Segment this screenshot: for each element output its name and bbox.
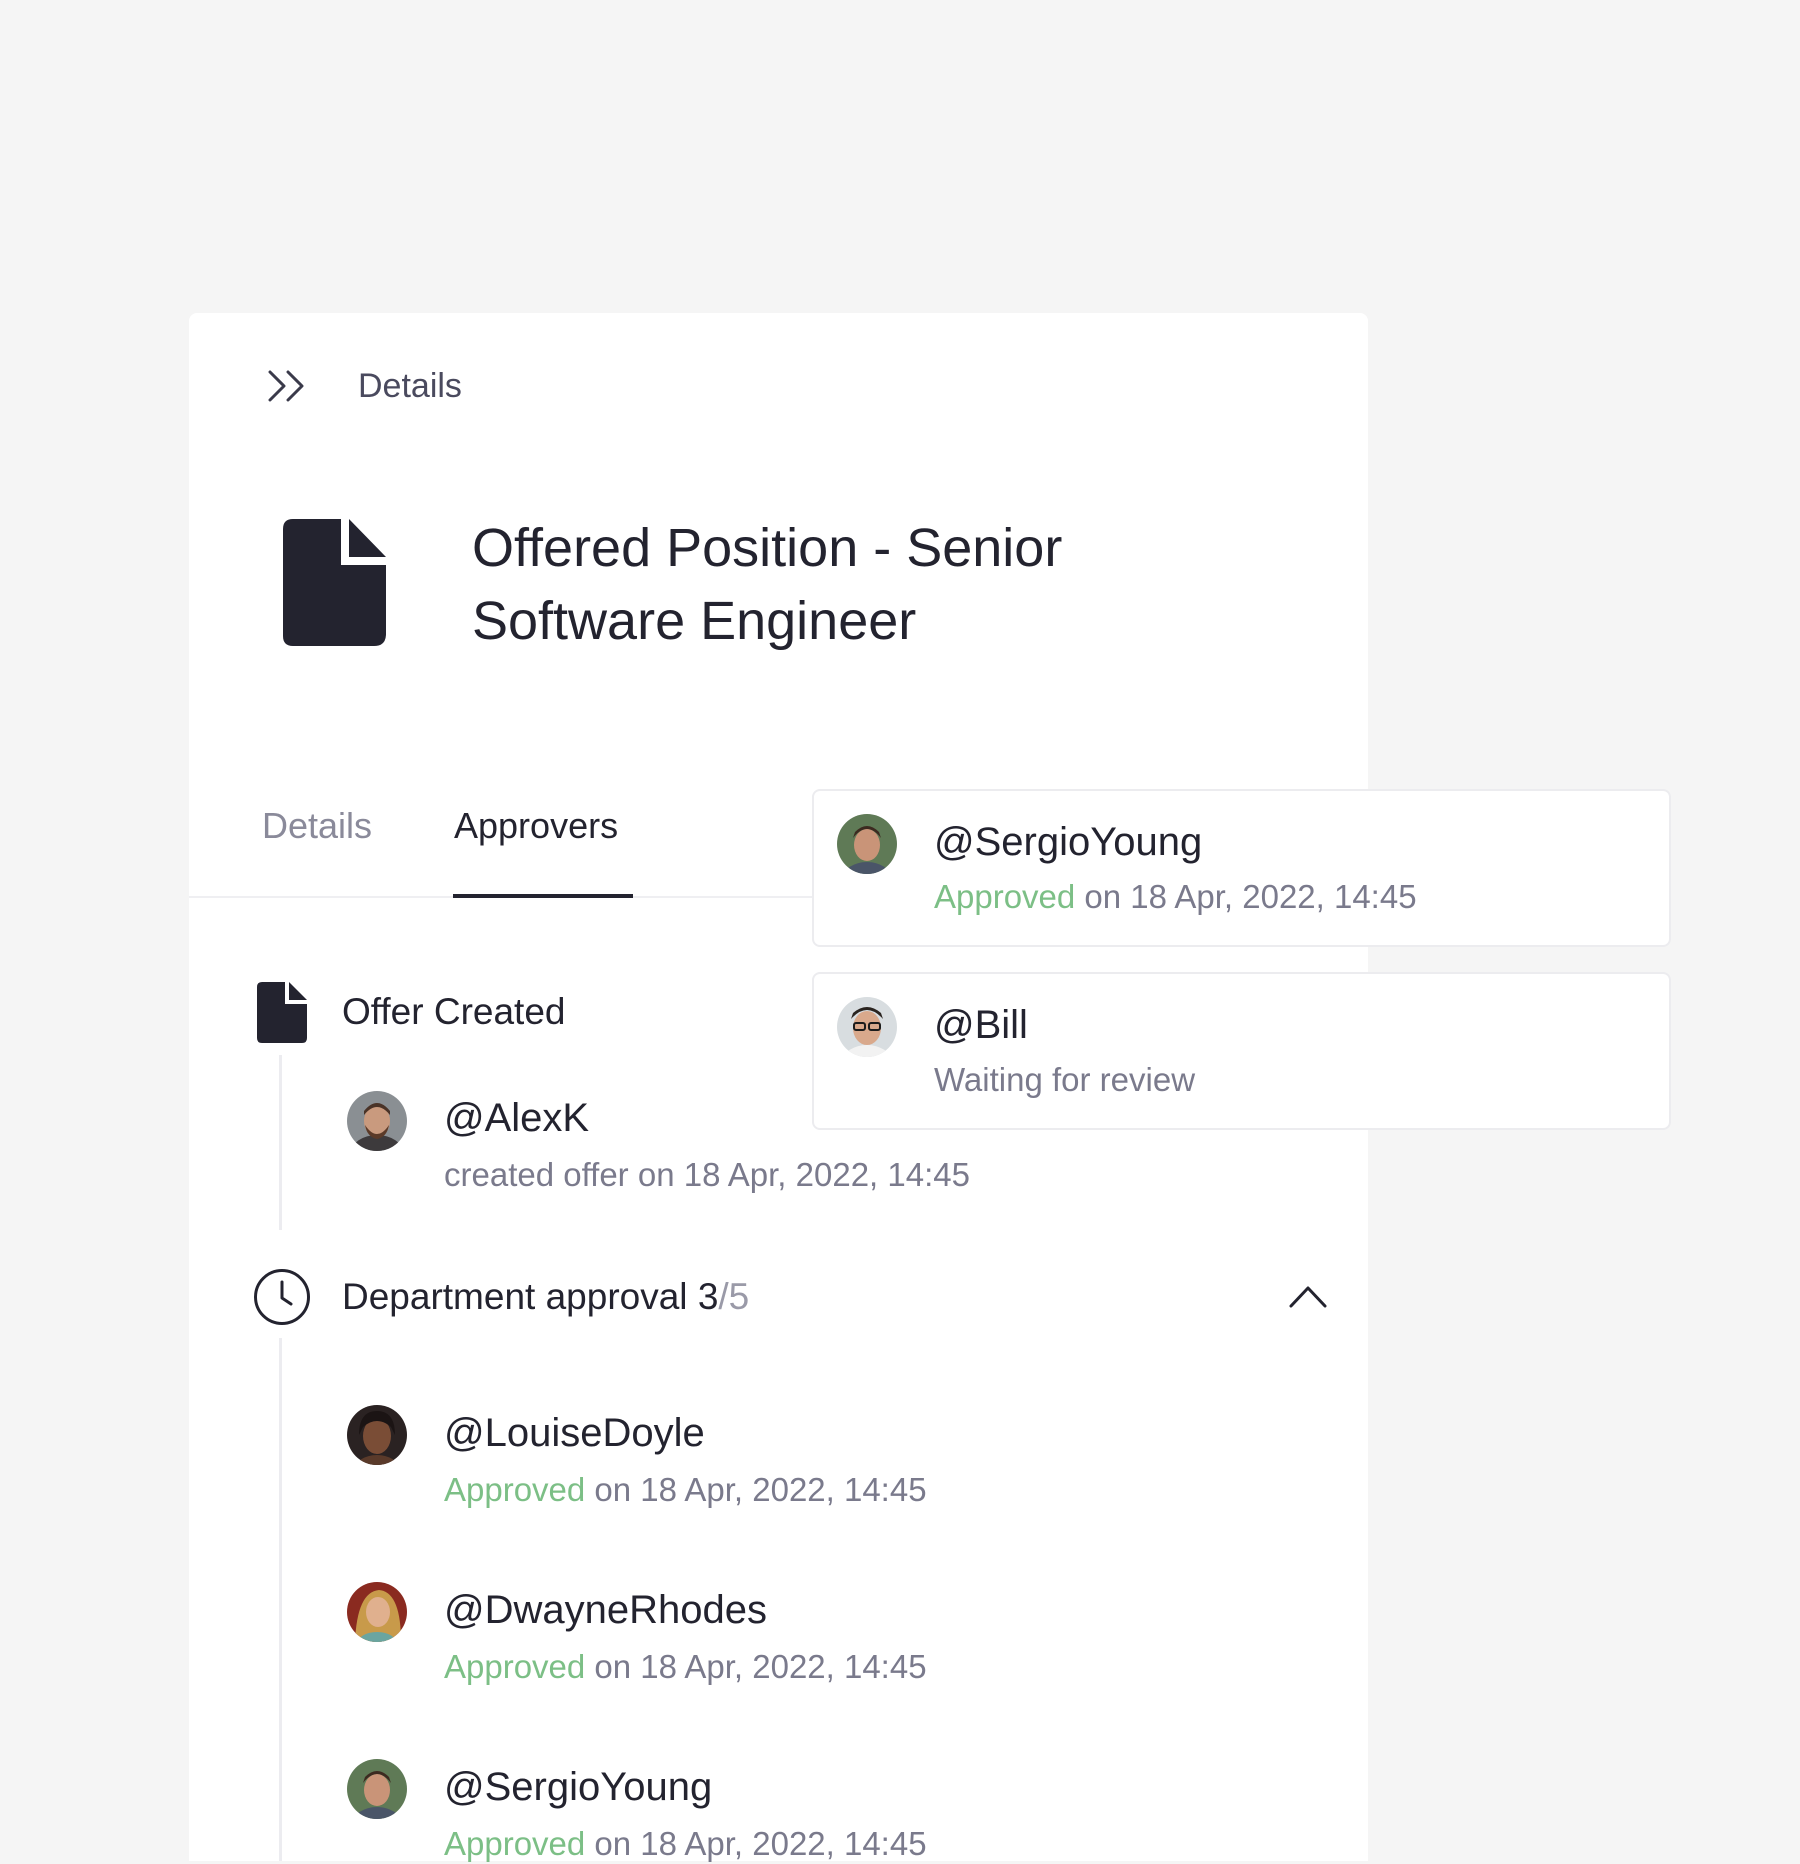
status-approved: Approved: [444, 1825, 586, 1862]
active-tab-indicator: [453, 894, 633, 898]
avatar: [837, 814, 897, 874]
offer-created-label: Offer Created: [342, 991, 566, 1032]
breadcrumb: Details: [358, 367, 462, 405]
user-handle: @SergioYoung: [934, 820, 1203, 864]
tab-approvers[interactable]: Approvers: [454, 802, 618, 850]
avatar: [837, 997, 897, 1057]
approval-timestamp: on 18 Apr, 2022, 14:45: [585, 1471, 927, 1508]
status-approved: Approved: [444, 1471, 586, 1508]
approval-timestamp: on 18 Apr, 2022, 14:45: [585, 1825, 927, 1862]
avatar: [347, 1759, 407, 1819]
avatar: [347, 1091, 407, 1151]
double-chevron-right-icon[interactable]: [264, 366, 310, 406]
approver-card[interactable]: @SergioYoung Approved on 18 Apr, 2022, 1…: [812, 789, 1671, 947]
document-icon: [283, 519, 386, 646]
approver-card[interactable]: @Bill Waiting for review: [812, 972, 1671, 1130]
user-handle: @AlexK: [444, 1096, 590, 1140]
approval-meta: Approved on 18 Apr, 2022, 14:45: [444, 1824, 927, 1864]
review-status: Waiting for review: [934, 1061, 1196, 1098]
department-approval-label: Department approval 3/5: [342, 1275, 749, 1319]
department-approval-title: Department approval: [342, 1276, 688, 1317]
activity-meta: created offer on 18 Apr, 2022, 14:45: [444, 1156, 970, 1193]
chevron-up-icon[interactable]: [1288, 1283, 1328, 1309]
approval-count: 3: [697, 1276, 719, 1317]
user-handle: @Bill: [934, 1003, 1028, 1047]
document-icon: [257, 982, 307, 1043]
user-handle: @LouiseDoyle: [444, 1411, 705, 1455]
approval-timestamp: on 18 Apr, 2022, 14:45: [585, 1648, 927, 1685]
page-title: Offered Position - Senior Software Engin…: [472, 518, 1063, 651]
approval-meta: Approved on 18 Apr, 2022, 14:45: [934, 877, 1417, 917]
status-approved: Approved: [444, 1648, 586, 1685]
user-handle: @SergioYoung: [444, 1765, 713, 1809]
user-handle: @DwayneRhodes: [444, 1588, 767, 1632]
avatar: [347, 1405, 407, 1465]
approval-total: /5: [718, 1276, 750, 1317]
approval-meta: Approved on 18 Apr, 2022, 14:45: [444, 1647, 927, 1687]
approval-meta: Approved on 18 Apr, 2022, 14:45: [444, 1470, 927, 1510]
tab-details[interactable]: Details: [262, 802, 372, 850]
avatar: [347, 1582, 407, 1642]
status-approved: Approved: [934, 878, 1076, 915]
clock-icon: [253, 1268, 311, 1326]
timeline-line: [279, 1055, 282, 1230]
approval-timestamp: on 18 Apr, 2022, 14:45: [1075, 878, 1417, 915]
timeline-line: [279, 1338, 282, 1861]
